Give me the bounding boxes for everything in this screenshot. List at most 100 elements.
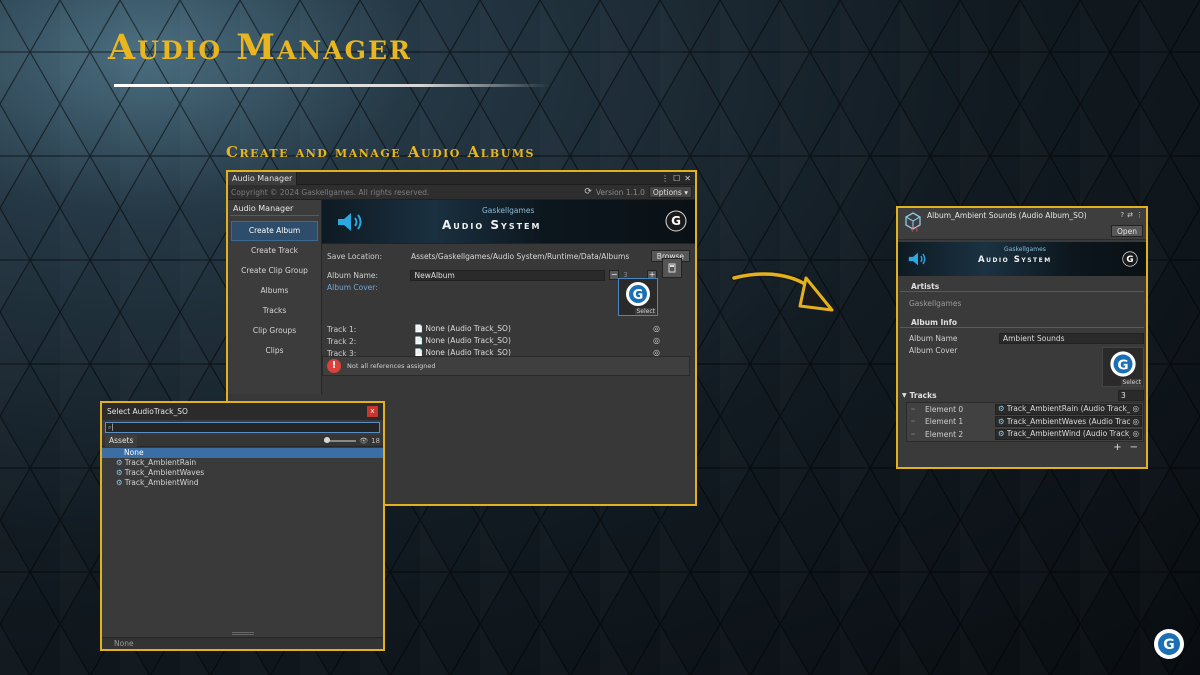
nav-create-track[interactable]: Create Track	[231, 241, 318, 261]
help-icon[interactable]: ?	[1120, 211, 1124, 219]
nav-clips[interactable]: Clips	[231, 341, 318, 361]
file-icon: 📄	[414, 324, 424, 333]
element-field[interactable]: ⚙ Track_AmbientWaves (Audio Trac ◎	[995, 416, 1142, 428]
gaskellgames-logo-icon: G	[665, 210, 687, 232]
copyright-text: Copyright © 2024 Gaskellgames. All right…	[231, 187, 430, 197]
list-item[interactable]: = Element 0 ⚙ Track_AmbientRain (Audio T…	[907, 403, 1143, 416]
asset-count: 18	[371, 436, 380, 445]
headline-underline	[114, 84, 550, 87]
icon-size-slider[interactable]	[324, 436, 357, 443]
tab-assets[interactable]: Assets	[105, 434, 138, 447]
cover-select-label[interactable]: Select	[1121, 379, 1142, 386]
nav-albums[interactable]: Albums	[231, 281, 318, 301]
save-location-value: Assets/Gaskellgames/Audio System/Runtime…	[411, 251, 630, 261]
file-icon: 📄	[414, 336, 424, 345]
more-menu-icon[interactable]: ⋮	[661, 174, 669, 183]
foldout-arrow-icon[interactable]: ▼	[902, 392, 907, 399]
resize-grip[interactable]	[232, 632, 254, 635]
dialog-title: Select AudioTrack_SO	[107, 407, 188, 416]
options-dropdown[interactable]: Options ▾	[648, 186, 692, 198]
gaskellgames-logo-icon: G	[1122, 251, 1138, 267]
window-titlebar: Audio Manager ⋮ ☐ ✕	[228, 172, 695, 185]
close-icon[interactable]: ✕	[684, 174, 691, 183]
album-cover-label: Album Cover:	[327, 282, 378, 292]
object-picker-icon[interactable]: ◎	[653, 324, 660, 334]
drag-handle-icon[interactable]: =	[907, 431, 919, 438]
tracks-title: Tracks	[909, 390, 937, 400]
object-picker-icon[interactable]: ◎	[1132, 430, 1139, 439]
settings-icon[interactable]: ⇄	[1127, 211, 1133, 219]
close-button[interactable]: x	[367, 406, 378, 417]
drag-handle-icon[interactable]: =	[907, 418, 919, 425]
list-item-label: Track_AmbientRain	[124, 458, 197, 467]
nav-create-clip-group[interactable]: Create Clip Group	[231, 261, 318, 281]
maximize-icon[interactable]: ☐	[673, 174, 680, 183]
nav-create-album[interactable]: Create Album	[231, 221, 318, 241]
save-icon	[668, 263, 676, 273]
audio-system-banner: Gaskellgames Audio System G	[898, 242, 1146, 276]
track-1-label: Track 1:	[327, 324, 357, 334]
gaskellgames-logo-icon: G	[1154, 629, 1184, 659]
scriptable-object-icon: ⚙	[116, 458, 123, 467]
cover-select-label[interactable]: Select	[635, 308, 656, 315]
element-label: Element 1	[925, 417, 964, 427]
track-1-value: None (Audio Track_SO)	[425, 324, 511, 333]
svg-text:{}: {}	[910, 226, 919, 232]
tracks-foldout[interactable]: ▼ Tracks 3	[898, 389, 1146, 401]
create-album-button[interactable]	[662, 258, 682, 278]
track-2-field[interactable]: 📄 None (Audio Track_SO) ◎	[411, 336, 663, 347]
list-item[interactable]: ⚙ Track_AmbientRain	[102, 458, 383, 468]
select-asset-dialog: Select AudioTrack_SO x ⌕| Assets 👁 18 No…	[100, 401, 385, 651]
error-icon: !	[327, 359, 341, 373]
sidebar: Audio Manager Create Album Create Track …	[228, 200, 322, 394]
list-item[interactable]: = Element 1 ⚙ Track_AmbientWaves (Audio …	[907, 416, 1143, 429]
artists-section-title: Artists	[900, 281, 1144, 292]
nav-tracks[interactable]: Tracks	[231, 301, 318, 321]
remove-element-button[interactable]: −	[1130, 442, 1138, 455]
album-cover-slot[interactable]: G Select	[618, 278, 658, 316]
speaker-icon	[908, 252, 926, 266]
list-item-none[interactable]: None	[102, 448, 383, 458]
object-picker-icon[interactable]: ◎	[653, 336, 660, 346]
visibility-icon[interactable]: 👁	[359, 437, 368, 445]
audio-system-banner: Gaskellgames Audio System G	[322, 200, 695, 244]
nav-clip-groups[interactable]: Clip Groups	[231, 321, 318, 341]
svg-text:G: G	[1163, 637, 1175, 653]
refresh-icon[interactable]: ⟳	[584, 187, 592, 197]
warning-text: Not all references assigned	[347, 362, 436, 370]
dialog-titlebar: Select AudioTrack_SO x	[102, 403, 383, 420]
track-1-field[interactable]: 📄 None (Audio Track_SO) ◎	[411, 324, 663, 335]
album-name-field[interactable]: Ambient Sounds	[999, 332, 1144, 344]
list-item[interactable]: ⚙ Track_AmbientWind	[102, 478, 383, 488]
object-picker-icon[interactable]: ◎	[1132, 405, 1139, 414]
album-cover-label: Album Cover	[909, 345, 958, 355]
object-picker-icon[interactable]: ◎	[1132, 417, 1139, 426]
add-element-button[interactable]: +	[1113, 442, 1121, 455]
selection-footer: None	[102, 637, 383, 649]
list-item[interactable]: ⚙ Track_AmbientWaves	[102, 468, 383, 478]
gaskellgames-logo-icon: G	[1110, 351, 1136, 377]
search-input[interactable]: ⌕|	[105, 422, 380, 433]
album-name-label: Album Name	[909, 333, 958, 343]
scriptable-object-icon: ⚙	[116, 478, 123, 487]
banner-brand: Gaskellgames	[1004, 246, 1046, 253]
inspector-title: Album_Ambient Sounds (Audio Album_SO)	[927, 211, 1087, 220]
album-name-field[interactable]: NewAlbum	[410, 269, 606, 281]
element-field[interactable]: ⚙ Track_AmbientWind (Audio Track_ ◎	[995, 428, 1142, 440]
tracks-count-field[interactable]: 3	[1118, 389, 1144, 401]
more-menu-icon[interactable]: ⋮	[1136, 211, 1143, 219]
element-field[interactable]: ⚙ Track_AmbientRain (Audio Track_ ◎	[995, 403, 1142, 415]
svg-text:G: G	[1117, 357, 1128, 373]
album-cover-slot[interactable]: G Select	[1102, 347, 1144, 387]
speaker-icon	[338, 213, 362, 231]
slider-knob[interactable]	[324, 436, 331, 443]
element-value: Track_AmbientWaves (Audio Trac	[1006, 416, 1131, 426]
banner-title: Audio System	[978, 255, 1052, 265]
scriptable-object-icon: ⚙	[116, 468, 123, 477]
window-tab-audio-manager[interactable]: Audio Manager	[228, 172, 298, 185]
open-button[interactable]: Open	[1110, 225, 1143, 237]
gaskellgames-logo-icon: G	[626, 282, 650, 306]
list-item[interactable]: = Element 2 ⚙ Track_AmbientWind (Audio T…	[907, 428, 1143, 441]
drag-handle-icon[interactable]: =	[907, 406, 919, 413]
scriptable-object-icon: ⚙	[998, 429, 1005, 439]
